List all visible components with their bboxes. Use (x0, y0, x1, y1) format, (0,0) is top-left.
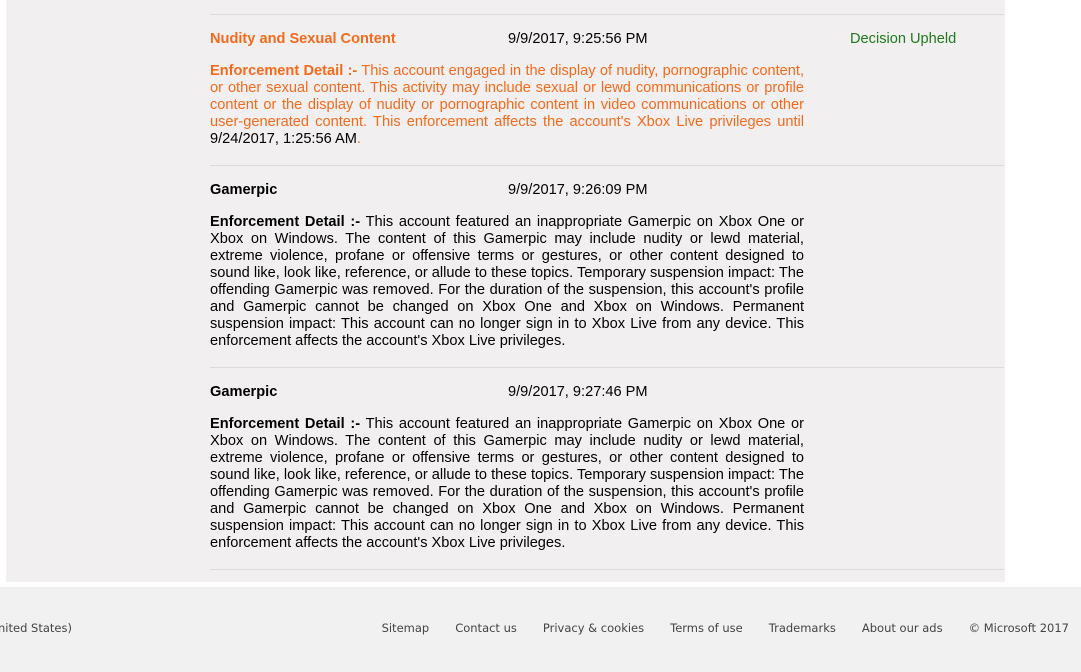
enforcement-timestamp: 9/9/2017, 9:27:46 PM (508, 384, 648, 400)
enforcement-row: Gamerpic 9/9/2017, 9:26:09 PM Enforcemen… (210, 165, 1004, 367)
site-footer: nited States) Sitemap Contact us Privacy… (0, 587, 1081, 672)
enforcement-row-header: Nudity and Sexual Content 9/9/2017, 9:25… (210, 30, 1004, 48)
enforcement-detail: Enforcement Detail :- This account featu… (210, 416, 804, 552)
enforcement-list: Nudity and Sexual Content 9/9/2017, 9:25… (210, 14, 1004, 570)
enforcement-row-header: Gamerpic 9/9/2017, 9:26:09 PM (210, 181, 1004, 199)
footer-link-trademarks[interactable]: Trademarks (769, 621, 836, 635)
footer-links: Sitemap Contact us Privacy & cookies Ter… (356, 621, 1069, 635)
enforcement-row-header: Gamerpic 9/9/2017, 9:27:46 PM (210, 383, 1004, 401)
enforcement-detail-text: This account featured an inappropriate G… (210, 416, 804, 551)
enforcement-until-date: 9/24/2017, 1:25:56 AM (210, 131, 357, 147)
enforcement-detail-label: Enforcement Detail :- (210, 416, 361, 432)
footer-link-terms-of-use[interactable]: Terms of use (670, 621, 743, 635)
enforcement-detail-text: This account featured an inappropriate G… (210, 214, 804, 349)
enforcement-history-panel: Nudity and Sexual Content 9/9/2017, 9:25… (6, 0, 1005, 582)
enforcement-category: Gamerpic (210, 384, 278, 400)
enforcement-timestamp: 9/9/2017, 9:25:56 PM (508, 31, 648, 47)
footer-link-contact-us[interactable]: Contact us (455, 621, 517, 635)
enforcement-timestamp: 9/9/2017, 9:26:09 PM (508, 182, 648, 198)
enforcement-detail: Enforcement Detail :- This account engag… (210, 63, 804, 148)
locale-selector[interactable]: nited States) (0, 621, 72, 635)
status-badge: Decision Upheld (850, 31, 957, 47)
enforcement-detail-label: Enforcement Detail :- (210, 63, 358, 79)
enforcement-detail-label: Enforcement Detail :- (210, 214, 361, 230)
enforcement-detail-suffix: . (356, 131, 361, 147)
copyright-notice: © Microsoft 2017 (968, 621, 1069, 635)
enforcement-category: Nudity and Sexual Content (210, 31, 396, 47)
enforcement-category: Gamerpic (210, 182, 278, 198)
enforcement-detail: Enforcement Detail :- This account featu… (210, 214, 804, 350)
footer-link-sitemap[interactable]: Sitemap (382, 621, 430, 635)
row-divider (210, 569, 1004, 570)
enforcement-row: Nudity and Sexual Content 9/9/2017, 9:25… (210, 14, 1004, 165)
footer-link-privacy-cookies[interactable]: Privacy & cookies (543, 621, 644, 635)
footer-link-about-our-ads[interactable]: About our ads (862, 621, 943, 635)
enforcement-row: Gamerpic 9/9/2017, 9:27:46 PM Enforcemen… (210, 367, 1004, 569)
